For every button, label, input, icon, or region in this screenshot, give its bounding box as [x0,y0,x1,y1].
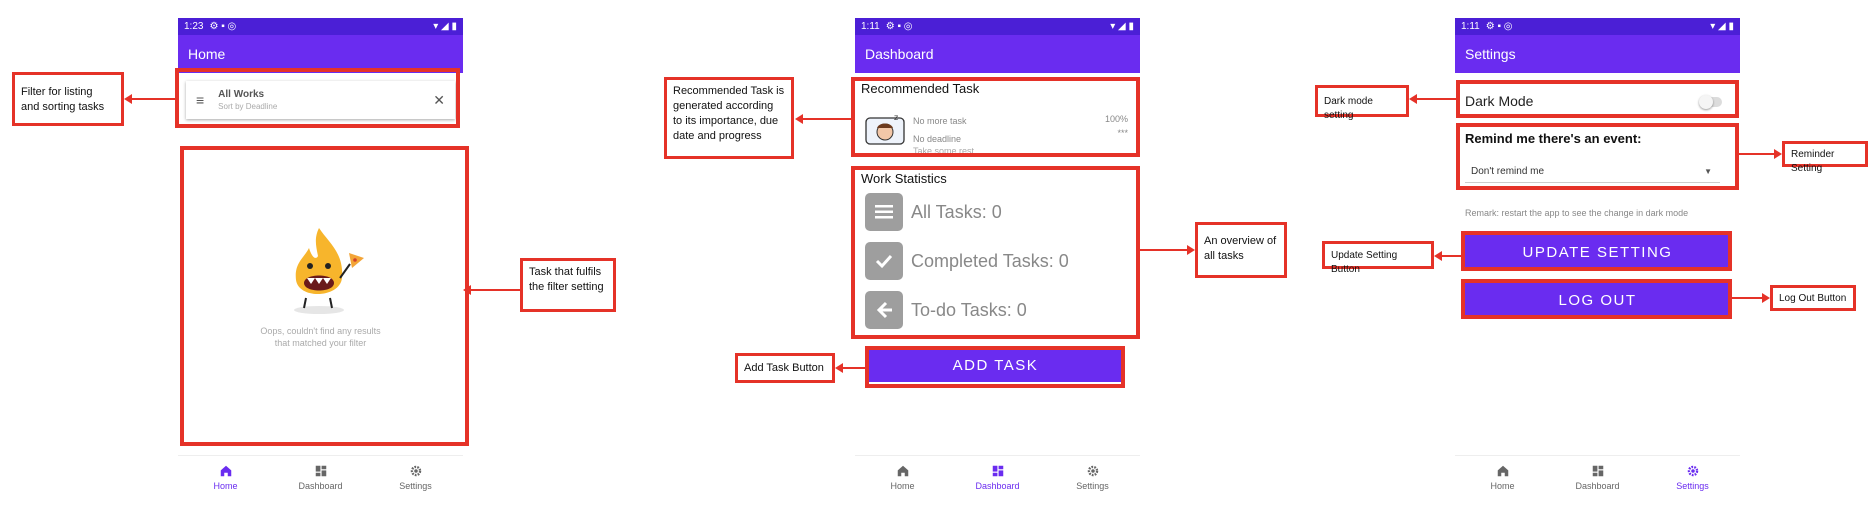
highlight-reminder [1456,123,1739,190]
home-icon [897,465,908,476]
status-time: 1:11 [861,21,880,32]
callout-recommended-line-1: Recommended Task is [673,85,785,97]
highlight-task-list [180,146,469,446]
nav-settings-label: Settings [399,480,432,491]
callout-task-line-1: Task that fulfils [529,266,602,278]
highlight-add-task [865,346,1125,388]
dashboard-icon [992,465,1003,476]
callout-recommended-line-2: generated according [673,99,774,112]
nav-settings-label: Settings [1076,480,1109,491]
callout-overview-line-1: An overview of [1204,235,1277,247]
nav-dashboard-label: Dashboard [298,480,343,491]
nav-home-label: Home [213,480,238,491]
gear-icon [1687,465,1698,476]
nav-dashboard-label: Dashboard [975,480,1020,491]
callout-update: Update Setting Button [1322,241,1434,275]
arrow-head-update [1434,251,1442,261]
bottom-nav: Home Dashboard Settings [1455,455,1740,498]
highlight-filter [175,68,460,128]
arrow-head-reminder [1774,149,1782,159]
arrow-head-recommended [795,114,803,124]
home-icon [1497,465,1508,476]
dashboard-icon [1592,465,1603,476]
nav-dashboard[interactable]: Dashboard [281,464,361,491]
page-title: Dashboard [865,46,934,62]
nav-settings[interactable]: Settings [376,464,456,491]
callout-filter-line-2: and sorting tasks [21,100,105,113]
callout-recommended: Recommended Task is generated according … [664,77,794,159]
arrow-recommended [803,118,851,120]
gear-icon [1087,465,1098,476]
arrow-head-logout [1762,293,1770,303]
arrow-head-dark-mode [1409,94,1417,104]
nav-home[interactable]: Home [1463,464,1543,491]
arrow-head-add-task [835,363,843,373]
highlight-logout [1461,279,1732,319]
nav-settings[interactable]: Settings [1653,464,1733,491]
dashboard-icon [315,465,326,476]
nav-home-label: Home [890,480,915,491]
status-icons-right: ▾ ◢ ▮ [1710,21,1734,32]
app-bar: Dashboard [855,35,1140,73]
callout-reminder: Reminder Setting [1782,141,1868,174]
nav-dashboard[interactable]: Dashboard [1558,464,1638,491]
callout-task-line-2: the filter setting [529,280,604,293]
status-bar: 1:23 ⚙ ▪ ◎ ▾ ◢ ▮ [178,18,463,35]
page-title: Settings [1465,46,1516,62]
callout-filter: Filter for listing and sorting tasks [12,72,124,126]
highlight-dark-mode [1456,80,1739,118]
status-bar: 1:11 ⚙ ▪ ◎ ▾ ◢ ▮ [855,18,1140,35]
status-icons-left: ⚙ ▪ ◎ [1485,21,1513,32]
arrow-logout [1732,297,1762,299]
status-icons-right: ▾ ◢ ▮ [433,21,457,32]
nav-settings-label: Settings [1676,480,1709,491]
status-time: 1:23 [184,21,204,32]
page-title: Home [188,46,226,62]
nav-dashboard[interactable]: Dashboard [958,464,1038,491]
status-icons-right: ▾ ◢ ▮ [1110,21,1134,32]
bottom-nav: Home Dashboard Settings [855,455,1140,498]
callout-dark-mode: Dark mode setting [1315,85,1409,121]
callout-logout: Log Out Button [1770,285,1856,311]
callout-overview-line-2: all tasks [1204,249,1244,262]
callout-recommended-line-3: to its importance, due [673,114,779,127]
arrow-filter [132,98,175,100]
callout-recommended-line-4: date and progress [673,129,762,142]
arrow-head-task [463,285,471,295]
status-bar: 1:11 ⚙ ▪ ◎ ▾ ◢ ▮ [1455,18,1740,35]
arrow-update [1442,255,1461,257]
highlight-statistics [851,166,1140,339]
callout-task: Task that fulfils the filter setting [520,258,616,312]
highlight-recommended [851,77,1140,157]
arrow-head-filter [124,94,132,104]
arrow-overview [1140,249,1187,251]
gear-icon [410,465,421,476]
home-icon [220,465,231,476]
app-bar: Settings [1455,35,1740,73]
callout-add-task: Add Task Button [735,353,835,383]
status-icons-left: ⚙ ▪ ◎ [209,21,237,32]
status-icons-left: ⚙ ▪ ◎ [885,21,913,32]
arrow-task [469,289,520,291]
nav-home[interactable]: Home [186,464,266,491]
arrow-dark-mode [1417,98,1456,100]
callout-overview: An overview of all tasks [1195,222,1287,278]
arrow-head-overview [1187,245,1195,255]
nav-settings[interactable]: Settings [1053,464,1133,491]
highlight-update [1461,231,1732,271]
bottom-nav: Home Dashboard Settings [178,455,463,498]
nav-home-label: Home [1490,480,1515,491]
nav-home[interactable]: Home [863,464,943,491]
nav-dashboard-label: Dashboard [1575,480,1620,491]
arrow-add-task [843,367,865,369]
arrow-reminder [1739,153,1774,155]
status-time: 1:11 [1461,21,1480,32]
callout-filter-line-1: Filter for listing [21,86,93,98]
remark-text: Remark: restart the app to see the chang… [1465,208,1689,218]
